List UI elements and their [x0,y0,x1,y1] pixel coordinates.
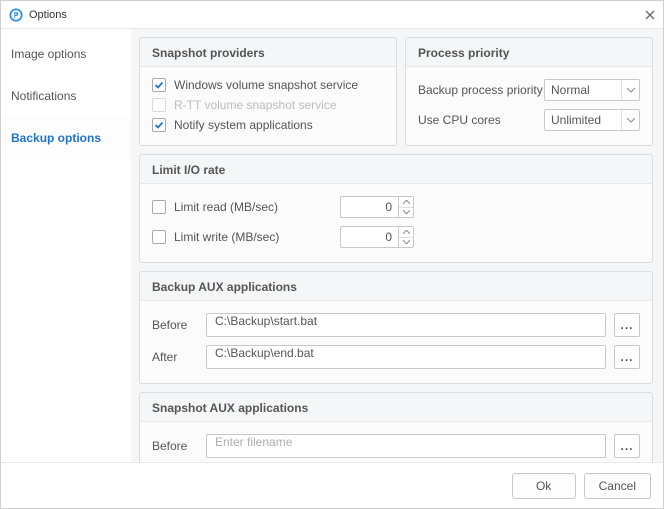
sidebar-item-notifications[interactable]: Notifications [1,75,131,117]
backup-aux-before-input[interactable]: C:\Backup\start.bat [206,313,606,337]
notify-apps-label: Notify system applications [174,118,313,132]
limit-read-label: Limit read (MB/sec) [174,200,278,214]
sidebar-item-backup-options[interactable]: Backup options [1,117,131,159]
browse-button[interactable]: ... [614,434,640,458]
limit-read-checkbox[interactable]: Limit read (MB/sec) [152,200,332,214]
limit-write-input[interactable] [340,226,398,248]
checkbox-icon [152,98,166,112]
panel-header: Backup AUX applications [140,272,652,301]
spinner[interactable] [398,226,414,248]
chevron-down-icon [399,238,413,248]
titlebar: Options [1,1,663,29]
panel-header: Snapshot AUX applications [140,393,652,422]
snapshot-providers-panel: Snapshot providers Windows volume snapsh… [139,37,397,146]
panel-header: Process priority [406,38,652,67]
chevron-down-icon [621,110,639,130]
panel-header: Limit I/O rate [140,155,652,184]
sidebar-item-image-options[interactable]: Image options [1,33,131,75]
before-label: Before [152,439,198,453]
backup-priority-select[interactable]: Normal [544,79,640,101]
app-icon [9,8,23,22]
checkbox-icon [152,118,166,132]
browse-button[interactable]: ... [614,313,640,337]
snapshot-aux-panel: Snapshot AUX applications Before Enter f… [139,392,653,462]
select-value: Unlimited [545,113,621,127]
footer: Ok Cancel [1,462,663,508]
process-priority-panel: Process priority Backup process priority… [405,37,653,146]
chevron-down-icon [399,208,413,218]
snapshot-aux-before-input[interactable]: Enter filename [206,434,606,458]
chevron-down-icon [621,80,639,100]
limit-write-label: Limit write (MB/sec) [174,230,279,244]
cancel-button[interactable]: Cancel [584,473,651,499]
cpu-cores-select[interactable]: Unlimited [544,109,640,131]
backup-priority-label: Backup process priority [418,83,544,97]
backup-aux-panel: Backup AUX applications Before C:\Backup… [139,271,653,384]
checkbox-icon [152,200,166,214]
notify-apps-row[interactable]: Notify system applications [152,115,384,135]
windows-vss-label: Windows volume snapshot service [174,78,358,92]
chevron-up-icon [399,227,413,238]
select-value: Normal [545,83,621,97]
rtt-vss-label: R-TT volume snapshot service [174,98,337,112]
checkbox-icon [152,78,166,92]
window-title: Options [29,9,67,21]
chevron-up-icon [399,197,413,208]
backup-aux-after-input[interactable]: C:\Backup\end.bat [206,345,606,369]
limit-read-input[interactable] [340,196,398,218]
after-label: After [152,350,198,364]
io-rate-panel: Limit I/O rate Limit read (MB/sec) [139,154,653,263]
spinner[interactable] [398,196,414,218]
cpu-cores-label: Use CPU cores [418,113,544,127]
panel-header: Snapshot providers [140,38,396,67]
checkbox-icon [152,230,166,244]
before-label: Before [152,318,198,332]
sidebar: Image options Notifications Backup optio… [1,29,131,462]
close-button[interactable] [645,8,655,22]
browse-button[interactable]: ... [614,345,640,369]
content: Snapshot providers Windows volume snapsh… [131,29,663,462]
ok-button[interactable]: Ok [512,473,576,499]
limit-write-checkbox[interactable]: Limit write (MB/sec) [152,230,332,244]
rtt-vss-row: R-TT volume snapshot service [152,95,384,115]
windows-vss-row[interactable]: Windows volume snapshot service [152,75,384,95]
